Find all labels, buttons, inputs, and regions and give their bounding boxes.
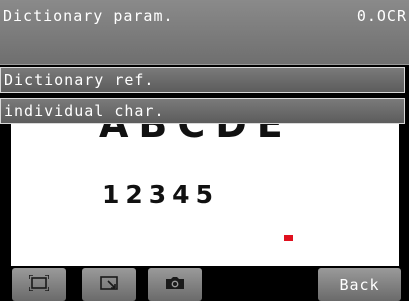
image-text-letters: ABCDE	[99, 124, 293, 146]
mode-label: 0.OCR	[356, 7, 407, 25]
camera-icon	[165, 275, 185, 294]
fit-frame-button[interactable]	[12, 268, 66, 301]
menu-item-dictionary-ref[interactable]: Dictionary ref.	[0, 67, 405, 93]
back-button[interactable]: Back	[318, 268, 401, 301]
page-title: Dictionary param.	[3, 7, 174, 25]
menu-item-individual-char[interactable]: individual char.	[0, 98, 405, 124]
title-bar: Dictionary param. 0.OCR	[0, 0, 409, 65]
red-marker	[284, 235, 293, 241]
select-region-button[interactable]	[82, 268, 136, 301]
camera-button[interactable]	[148, 268, 202, 301]
fit-frame-icon	[28, 273, 50, 295]
bottom-toolbar: Back	[0, 268, 409, 301]
image-text-digits: 12345	[102, 180, 219, 209]
select-region-icon	[100, 275, 118, 294]
camera-image-view[interactable]: ABCDE 12345	[11, 124, 399, 266]
